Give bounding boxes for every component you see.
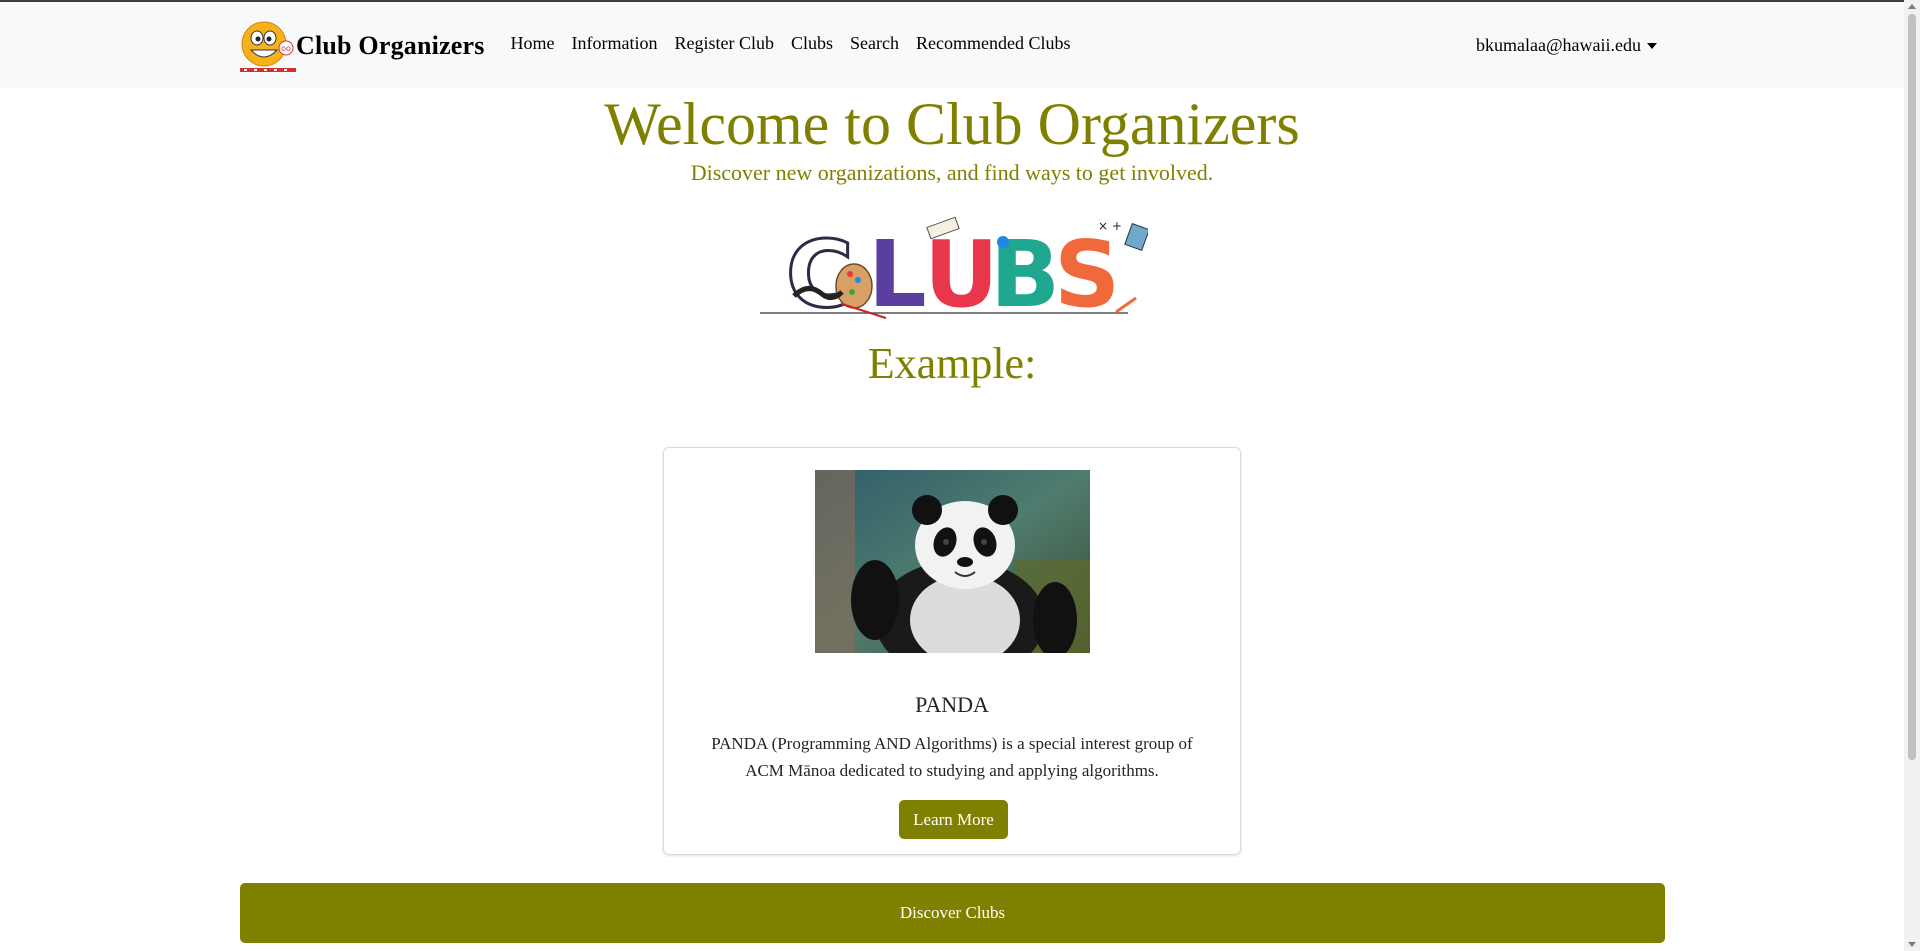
club-card: PANDA PANDA (Programming AND Algorithms)…	[663, 447, 1241, 855]
nav-home[interactable]: Home	[502, 33, 563, 54]
vertical-scrollbar[interactable]	[1904, 0, 1920, 951]
user-email: bkumalaa@hawaii.edu	[1475, 35, 1641, 55]
svg-text:oo: oo	[281, 44, 291, 53]
smiley-logo-icon: oo	[240, 18, 296, 74]
nav-recommended-clubs[interactable]: Recommended Clubs	[907, 33, 1078, 54]
page-title: Welcome to Club Organizers	[604, 91, 1300, 157]
discover-clubs-button[interactable]: Discover Clubs	[240, 883, 1665, 943]
scroll-down-icon[interactable]	[1908, 942, 1916, 947]
brand-name: Club Organizers	[296, 31, 485, 60]
clubs-banner: C L U B S × +	[758, 212, 1150, 330]
navbar: oo Club Organizers Home Information Regi…	[0, 2, 1904, 88]
brand[interactable]: oo Club Organizers	[240, 18, 485, 74]
scroll-thumb[interactable]	[1908, 14, 1916, 760]
svg-text:S: S	[1054, 221, 1120, 320]
nav-search[interactable]: Search	[842, 33, 908, 54]
example-heading: Example:	[867, 339, 1037, 388]
nav-links: Home Information Register Club Clubs Sea…	[502, 33, 1079, 54]
svg-text:× +: × +	[1098, 219, 1122, 233]
scroll-up-icon[interactable]	[1908, 4, 1916, 9]
card-title: PANDA	[915, 692, 989, 717]
page-subtitle: Discover new organizations, and find way…	[690, 160, 1214, 185]
nav-register-club[interactable]: Register Club	[666, 33, 783, 54]
nav-information[interactable]: Information	[563, 33, 666, 54]
panda-image	[815, 470, 1090, 653]
user-dropdown[interactable]: bkumalaa@hawaii.edu	[1476, 35, 1657, 56]
learn-more-button[interactable]: Learn More	[899, 800, 1008, 839]
chevron-down-icon	[1647, 42, 1657, 49]
svg-text:B: B	[990, 221, 1060, 320]
card-description: PANDA (Programming AND Algorithms) is a …	[711, 734, 1193, 780]
svg-text:L: L	[868, 221, 927, 320]
nav-clubs[interactable]: Clubs	[782, 33, 841, 54]
